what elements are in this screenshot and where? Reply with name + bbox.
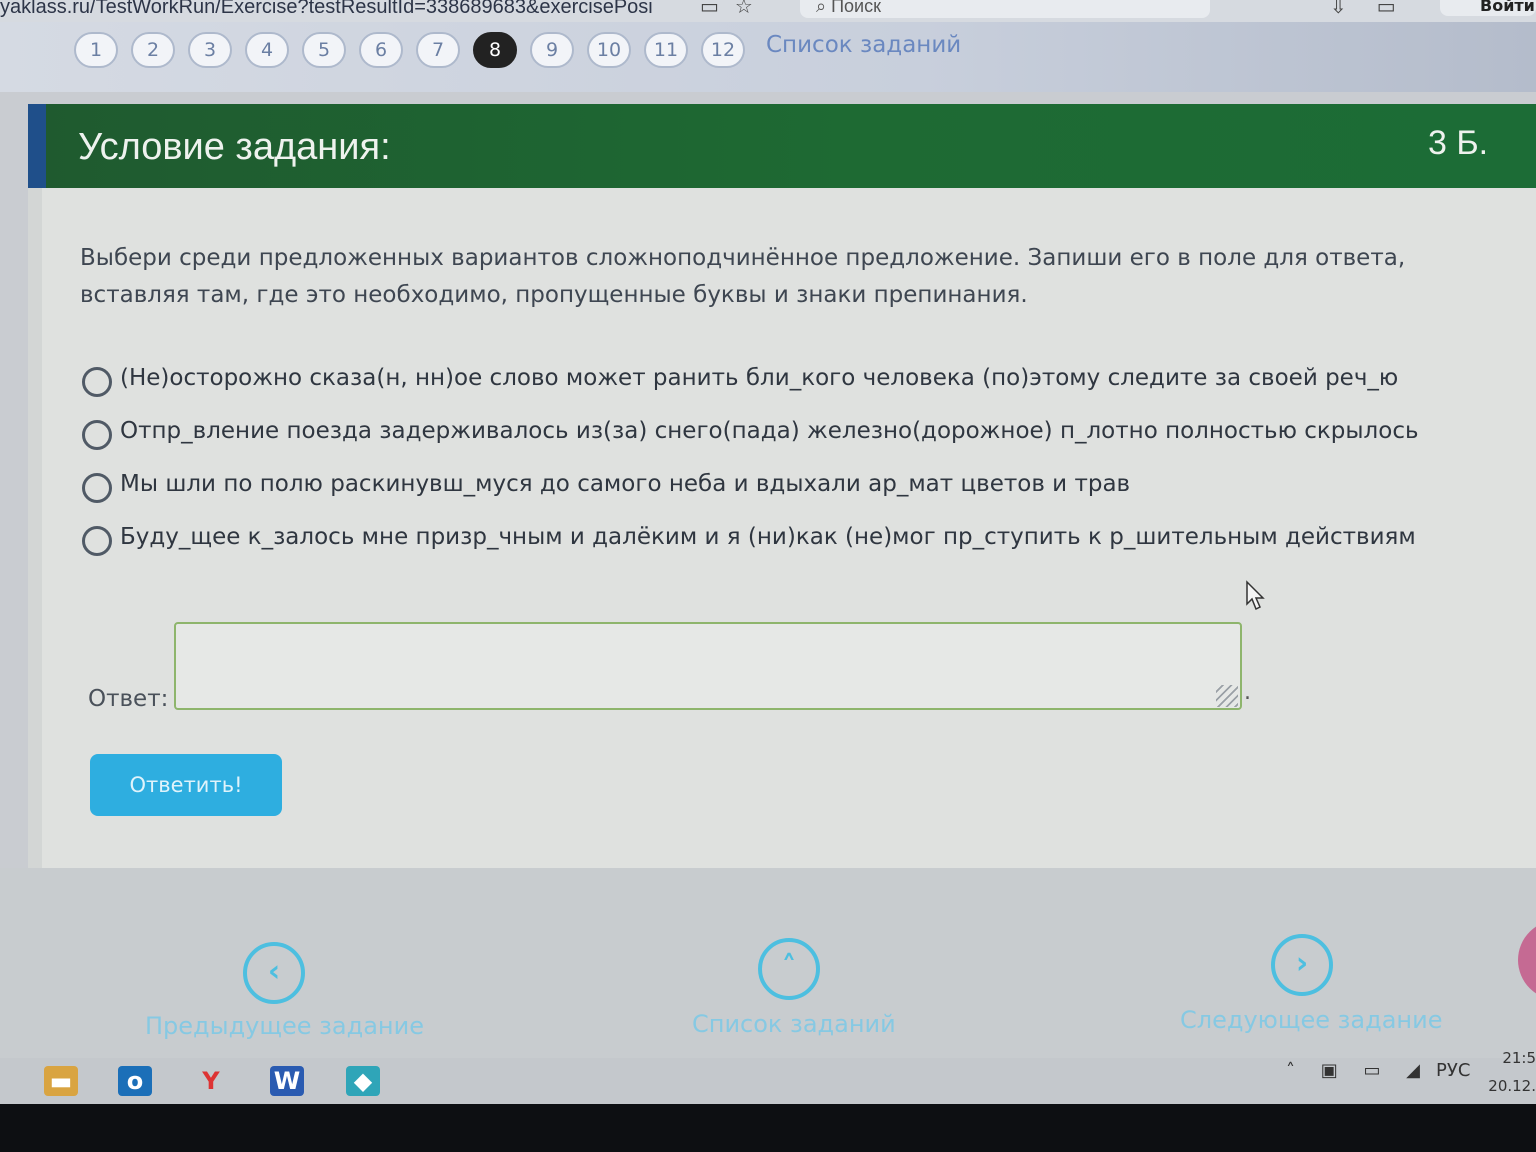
option-4[interactable]: Буду_щее к_залось мне призр_чным и далёк… [82, 519, 1482, 572]
word-icon[interactable]: W [270, 1066, 304, 1096]
mouse-cursor-icon [1246, 580, 1265, 611]
option-3[interactable]: Мы шли по полю раскинувш_муся до самого … [82, 466, 1482, 519]
browser-search-input[interactable]: ⌕ Поиск [800, 0, 1210, 18]
task-number-7[interactable]: 7 [416, 32, 460, 68]
browser-action-icons[interactable]: ⇩▭ [1330, 0, 1426, 18]
language-indicator[interactable]: РУС [1436, 1060, 1470, 1081]
task-number-5[interactable]: 5 [302, 32, 346, 68]
bottom-navigation: ‹ Предыдущее задание ˄ Список заданий › … [0, 868, 1536, 1058]
task-header: Условие задания: 3 Б. [28, 104, 1536, 188]
option-label: Мы шли по полю раскинувш_муся до самого … [120, 471, 1131, 497]
option-label: Отпр_вление поезда задерживалось из(за) … [120, 418, 1419, 444]
option-2[interactable]: Отпр_вление поезда задерживалось из(за) … [82, 413, 1482, 466]
answer-input[interactable] [174, 622, 1242, 710]
screen-bezel [0, 1104, 1536, 1152]
task-number-3[interactable]: 3 [188, 32, 232, 68]
chevron-up-icon[interactable]: ˄ [758, 938, 820, 1000]
answer-options: (Не)осторожно сказа(н, нн)ое слово может… [82, 360, 1482, 572]
reader-favorite-icons[interactable]: ▭☆ [700, 0, 769, 18]
task-list-link[interactable]: Список заданий [766, 32, 961, 58]
next-task-link[interactable]: Следующее задание [1180, 1006, 1442, 1034]
page-title: Условие задания: [78, 126, 391, 168]
task-list-bottom-link[interactable]: Список заданий [692, 1010, 896, 1038]
clock-date: 20.12. [1488, 1077, 1536, 1095]
task-number-12[interactable]: 12 [701, 32, 745, 68]
file-explorer-icon[interactable]: ▬ [44, 1066, 78, 1096]
option-1[interactable]: (Не)осторожно сказа(н, нн)ое слово может… [82, 360, 1482, 413]
option-label: Буду_щее к_залось мне призр_чным и далёк… [120, 524, 1416, 550]
task-number-9[interactable]: 9 [530, 32, 574, 68]
radio-button[interactable] [82, 420, 112, 450]
prev-task-link[interactable]: Предыдущее задание [145, 1012, 424, 1040]
radio-button[interactable] [82, 526, 112, 556]
address-bar[interactable]: yaklass.ru/TestWorkRun/Exercise?testResu… [0, 0, 690, 18]
task-number-10[interactable]: 10 [587, 32, 631, 68]
task-number-4[interactable]: 4 [245, 32, 289, 68]
windows-taskbar: ▬ o Y W ◆ ˄ ▣ ▭ ◢ РУС 21:5 20.12. [0, 1049, 1536, 1104]
outlook-icon[interactable]: o [118, 1066, 152, 1096]
points-badge: 3 Б. [1428, 124, 1489, 162]
side-widget[interactable] [1518, 920, 1536, 1000]
submit-answer-button[interactable]: Ответить! [90, 754, 282, 816]
answer-label: Ответ: [88, 686, 169, 712]
task-number-2[interactable]: 2 [131, 32, 175, 68]
browser-toolbar: yaklass.ru/TestWorkRun/Exercise?testResu… [0, 0, 1536, 22]
task-number-1[interactable]: 1 [74, 32, 118, 68]
app-cube-icon[interactable]: ◆ [346, 1066, 380, 1096]
task-content: Выбери среди предложенных вариантов слож… [28, 188, 1536, 868]
task-number-6[interactable]: 6 [359, 32, 403, 68]
task-number-bar: 1 2 3 4 5 6 7 8 9 10 11 12 Список задани… [0, 22, 1536, 92]
yandex-browser-icon[interactable]: Y [194, 1066, 228, 1096]
clock-time: 21:5 [1502, 1049, 1536, 1067]
task-instructions: Выбери среди предложенных вариантов слож… [80, 245, 1406, 308]
task-number-8-active[interactable]: 8 [473, 32, 517, 68]
answer-trailing-dot: . [1244, 680, 1251, 705]
radio-button[interactable] [82, 473, 112, 503]
option-label: (Не)осторожно сказа(н, нн)ое слово может… [120, 365, 1399, 391]
resize-grip-icon[interactable] [1216, 685, 1238, 707]
system-tray-icons[interactable]: ˄ ▣ ▭ ◢ [1286, 1060, 1430, 1081]
search-icon: ⌕ [816, 0, 832, 16]
clock[interactable]: 21:5 20.12. [1488, 1044, 1536, 1100]
login-button[interactable]: Войти [1440, 0, 1536, 16]
radio-button[interactable] [82, 367, 112, 397]
chevron-right-icon[interactable]: › [1271, 934, 1333, 996]
task-number-11[interactable]: 11 [644, 32, 688, 68]
chevron-left-icon[interactable]: ‹ [243, 942, 305, 1004]
